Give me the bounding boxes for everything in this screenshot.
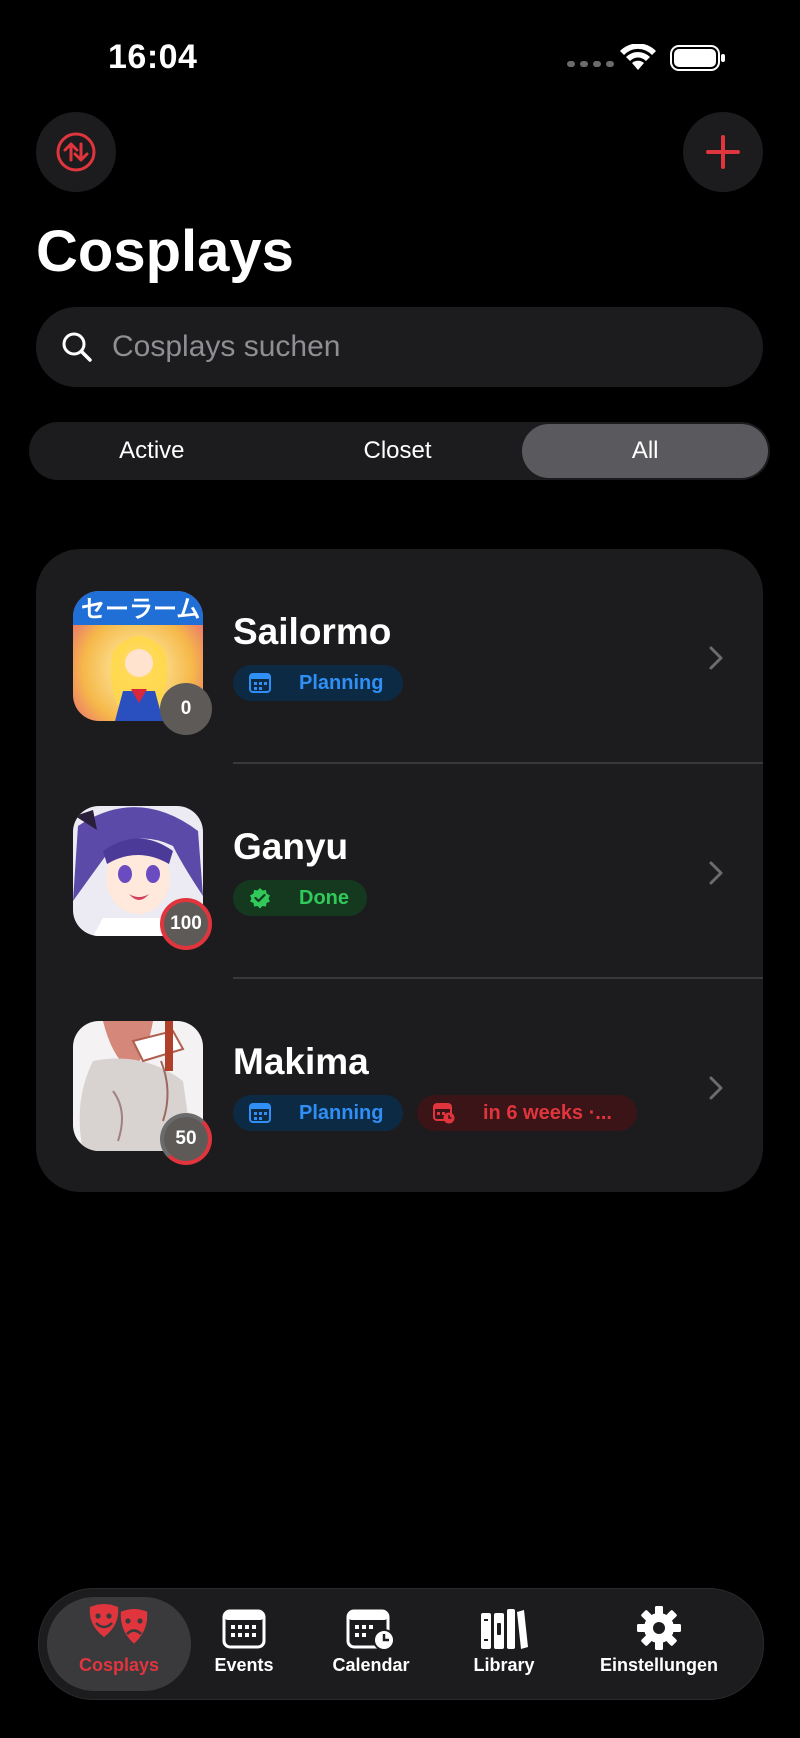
theater-masks-icon: [89, 1604, 150, 1647]
cosplay-name: Ganyu: [233, 826, 349, 867]
status-tag-planning: Planning: [233, 665, 403, 701]
add-cosplay-button[interactable]: [683, 112, 763, 192]
chevron-right-icon: [709, 1076, 723, 1100]
status-tag-done: Done: [233, 880, 367, 916]
plus-icon: [706, 135, 740, 169]
tab-einstellungen[interactable]: Einstellungen: [589, 1589, 729, 1699]
svg-text:セーラームーン: セーラームーン: [81, 595, 203, 623]
search-icon: [62, 332, 92, 362]
cosplay-name: Makima: [233, 1041, 369, 1082]
wifi-icon: [620, 44, 656, 70]
cosplay-row[interactable]: 100 Ganyu Done: [36, 764, 763, 979]
search-input[interactable]: Cosplays suchen: [36, 307, 763, 387]
tab-library[interactable]: Library: [459, 1589, 549, 1699]
search-placeholder: Cosplays suchen: [112, 330, 341, 363]
tab-bar: Cosplays Events Calendar Library Einstel…: [38, 1588, 764, 1700]
segment-closet[interactable]: Closet: [275, 422, 521, 480]
segment-all[interactable]: All: [522, 424, 769, 478]
progress-badge: 50: [160, 1113, 212, 1165]
cosplay-list: セーラームーン 0 Sailormo Planning: [36, 549, 763, 1192]
chevron-right-icon: [709, 861, 723, 885]
tab-calendar[interactable]: Calendar: [319, 1589, 423, 1699]
cosplay-name: Sailormo: [233, 611, 392, 652]
calendar-icon: [249, 1103, 271, 1123]
gear-icon: [637, 1606, 681, 1650]
cellular-signal-icon: [567, 61, 614, 67]
segment-active[interactable]: Active: [29, 422, 275, 480]
checkmark-seal-icon: [250, 888, 270, 909]
battery-icon: [670, 45, 725, 71]
page-title: Cosplays: [36, 219, 294, 284]
event-tag: in 6 weeks ·...: [417, 1095, 637, 1131]
sort-arrows-icon: [56, 132, 96, 172]
calendar-clock-icon: [346, 1609, 395, 1651]
filter-segmented-control[interactable]: Active Closet All: [29, 422, 770, 480]
cosplay-row[interactable]: セーラームーン 0 Sailormo Planning: [36, 549, 763, 764]
tab-cosplays[interactable]: Cosplays: [47, 1589, 191, 1699]
sort-button[interactable]: [36, 112, 116, 192]
tab-events[interactable]: Events: [199, 1589, 289, 1699]
status-time: 16:04: [108, 38, 198, 76]
calendar-clock-icon: [433, 1103, 455, 1124]
chevron-right-icon: [709, 646, 723, 670]
progress-badge: 100: [160, 898, 212, 950]
status-tag-planning: Planning: [233, 1095, 403, 1131]
cosplay-row[interactable]: 50 Makima Planning in 6 weeks ·...: [36, 979, 763, 1194]
calendar-icon: [249, 673, 271, 693]
calendar-icon: [222, 1609, 266, 1649]
progress-badge: 0: [160, 683, 212, 735]
books-icon: [481, 1609, 528, 1649]
